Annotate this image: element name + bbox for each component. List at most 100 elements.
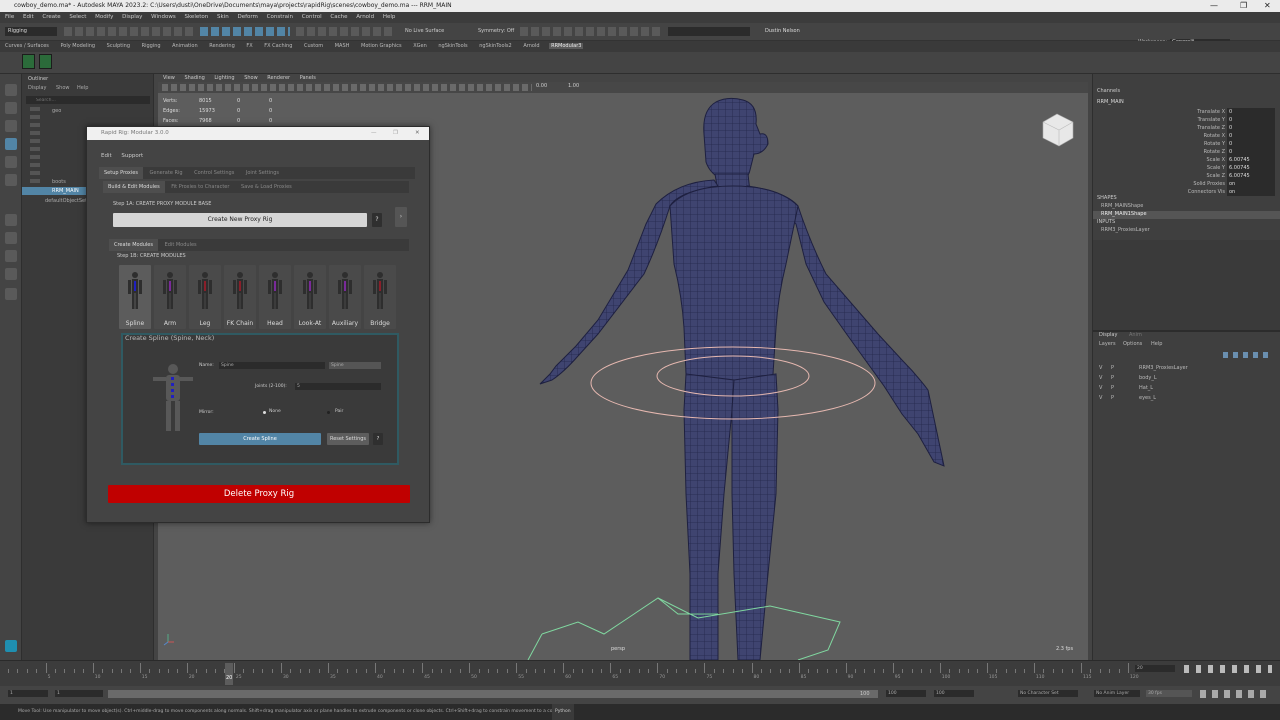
- menu-select[interactable]: Select: [69, 14, 86, 20]
- rrm-shelf-icon-2[interactable]: [39, 54, 52, 69]
- shape-item-1[interactable]: RRM_MAINShape: [1101, 203, 1143, 209]
- snap-icons[interactable]: [296, 27, 392, 36]
- search-icon[interactable]: [5, 288, 17, 300]
- outliner-item-boots[interactable]: boots: [52, 179, 66, 185]
- tab-joint-settings[interactable]: Joint Settings: [241, 167, 284, 179]
- menu-skeleton[interactable]: Skeleton: [184, 14, 208, 20]
- file-tools-icons[interactable]: [64, 27, 194, 36]
- layers-menu-options[interactable]: Options: [1123, 341, 1142, 347]
- maya-logo-icon[interactable]: [5, 640, 17, 652]
- channel-attr-name[interactable]: Translate X: [1185, 108, 1225, 116]
- outliner-menu-help[interactable]: Help: [77, 85, 88, 91]
- channel-attr-value[interactable]: 0: [1227, 132, 1275, 140]
- delete-proxy-rig-button[interactable]: Delete Proxy Rig: [108, 485, 410, 503]
- tab-generate-rig[interactable]: Generate Rig: [145, 167, 188, 179]
- shelf-tab-custom[interactable]: Custom: [302, 43, 325, 49]
- name-input[interactable]: Spine: [219, 362, 325, 369]
- shelf-tab-ngskintools[interactable]: ngSkinTools: [436, 43, 469, 49]
- range-slider-bar[interactable]: [108, 690, 878, 698]
- layers-tab-display[interactable]: Display: [1099, 332, 1117, 338]
- create-new-proxy-rig-button[interactable]: Create New Proxy Rig: [113, 213, 367, 227]
- menu-constrain[interactable]: Constrain: [267, 14, 293, 20]
- channel-attr-value[interactable]: 0: [1227, 108, 1275, 116]
- channel-attr-value[interactable]: 6.00745: [1227, 172, 1275, 180]
- channel-attr-name[interactable]: Solid Proxies: [1185, 180, 1225, 188]
- shelf-tab-fxcaching[interactable]: FX Caching: [262, 43, 294, 49]
- channel-attr-value[interactable]: 0: [1227, 116, 1275, 124]
- shelf-tab-rrmodular3[interactable]: RRModular3: [549, 43, 584, 49]
- channel-attr-name[interactable]: Scale Y: [1185, 164, 1225, 172]
- layout-outliner-icon[interactable]: [5, 268, 17, 280]
- layer-name[interactable]: eyes_L: [1139, 394, 1156, 402]
- layer-name[interactable]: body_L: [1139, 374, 1157, 382]
- layer-visibility-toggle[interactable]: V: [1099, 364, 1102, 372]
- layout-four-icon[interactable]: [5, 232, 17, 244]
- help-button-1a[interactable]: ?: [372, 213, 382, 227]
- anim-layer-dropdown[interactable]: No Anim Layer: [1094, 690, 1140, 697]
- channel-attr-name[interactable]: Scale X: [1185, 156, 1225, 164]
- start-frame-field[interactable]: 1: [8, 690, 48, 697]
- channel-attr-name[interactable]: Rotate X: [1185, 132, 1225, 140]
- close-window-button[interactable]: ✕: [1264, 0, 1271, 12]
- fps-dropdown[interactable]: 30 fps: [1146, 690, 1192, 697]
- lasso-tool-icon[interactable]: [5, 102, 17, 114]
- layer-visibility-toggle[interactable]: V: [1099, 374, 1102, 382]
- layer-playback-toggle[interactable]: P: [1111, 374, 1114, 382]
- channel-attr-name[interactable]: Rotate Z: [1185, 148, 1225, 156]
- paint-select-icon[interactable]: [5, 120, 17, 132]
- live-surface-label[interactable]: No Live Surface: [405, 28, 444, 34]
- module-button-leg[interactable]: Leg: [189, 265, 221, 329]
- shelf-tab-polymodeling[interactable]: Poly Modeling: [58, 43, 97, 49]
- tab-edit-modules[interactable]: Edit Modules: [160, 239, 202, 251]
- playback-controls[interactable]: [1184, 665, 1272, 673]
- module-button-fk-chain[interactable]: FK Chain: [224, 265, 256, 329]
- shelf-tab-fx[interactable]: FX: [244, 43, 254, 49]
- outliner-item-rrm-main[interactable]: RRM_MAIN: [52, 188, 79, 194]
- menu-file[interactable]: File: [5, 14, 14, 20]
- maximize-button[interactable]: ❐: [1240, 0, 1247, 12]
- outliner-menu-display[interactable]: Display: [28, 85, 46, 91]
- channel-attr-value[interactable]: 0: [1227, 124, 1275, 132]
- module-button-bridge[interactable]: Bridge: [364, 265, 396, 329]
- tab-create-modules[interactable]: Create Modules: [109, 239, 158, 251]
- spline-type-dropdown[interactable]: Spine: [329, 362, 381, 369]
- joints-input[interactable]: 5: [295, 383, 381, 390]
- symmetry-dropdown[interactable]: Symmetry: Off: [478, 28, 514, 34]
- select-tool-icon[interactable]: [5, 84, 17, 96]
- rotate-tool-icon[interactable]: [5, 156, 17, 168]
- module-button-look-at[interactable]: Look-At: [294, 265, 326, 329]
- channel-attr-name[interactable]: Connectors Vis: [1185, 188, 1225, 196]
- move-tool-icon[interactable]: [5, 138, 17, 150]
- layers-tab-anim[interactable]: Anim: [1129, 332, 1142, 338]
- layers-menu-help[interactable]: Help: [1151, 341, 1162, 347]
- channel-attr-name[interactable]: Scale Z: [1185, 172, 1225, 180]
- channel-attr-value[interactable]: on: [1227, 180, 1275, 188]
- script-language-toggle[interactable]: Python: [552, 704, 574, 720]
- shelf-tab-curves[interactable]: Curves / Surfaces: [3, 43, 51, 49]
- shape-item-2[interactable]: RRM_MAIN1Shape: [1101, 211, 1147, 217]
- tab-build-edit-modules[interactable]: Build & Edit Modules: [103, 181, 165, 193]
- layout-single-icon[interactable]: [5, 214, 17, 226]
- render-icons[interactable]: [520, 27, 660, 36]
- channel-attr-name[interactable]: Translate Z: [1185, 124, 1225, 132]
- tab-save-load-proxies[interactable]: Save & Load Proxies: [236, 181, 297, 193]
- shelf-tab-mash[interactable]: MASH: [333, 43, 352, 49]
- expand-arrow-button[interactable]: ›: [395, 207, 407, 227]
- scale-tool-icon[interactable]: [5, 174, 17, 186]
- channel-attr-name[interactable]: Rotate Y: [1185, 140, 1225, 148]
- rrm-menu-edit[interactable]: Edit: [101, 153, 112, 159]
- menu-skin[interactable]: Skin: [217, 14, 229, 20]
- module-button-head[interactable]: Head: [259, 265, 291, 329]
- channel-attr-name[interactable]: Translate Y: [1185, 116, 1225, 124]
- shelf-tab-rendering[interactable]: Rendering: [207, 43, 237, 49]
- mirror-none-radio[interactable]: [263, 411, 266, 414]
- module-button-spline[interactable]: Spline: [119, 265, 151, 329]
- menu-cache[interactable]: Cache: [330, 14, 347, 20]
- reset-settings-button[interactable]: Reset Settings: [327, 433, 369, 445]
- outliner-menu-show[interactable]: Show: [56, 85, 70, 91]
- rrm-shelf-icon-1[interactable]: [22, 54, 35, 69]
- rrm-minimize-button[interactable]: —: [371, 127, 377, 140]
- channel-attr-value[interactable]: on: [1227, 188, 1275, 196]
- layer-playback-toggle[interactable]: P: [1111, 394, 1114, 402]
- layer-name[interactable]: RRM3_ProxiesLayer: [1139, 364, 1188, 372]
